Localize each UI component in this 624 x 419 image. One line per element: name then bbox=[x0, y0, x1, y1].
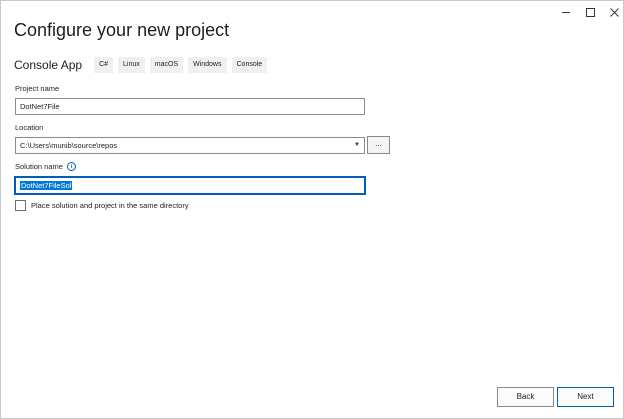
solution-name-label: Solution name bbox=[15, 162, 63, 171]
configure-project-window: Configure your new project Console App C… bbox=[0, 0, 624, 419]
browse-location-button[interactable]: ... bbox=[367, 136, 390, 154]
project-name-value: DotNet7File bbox=[20, 102, 60, 111]
solution-name-input[interactable]: DotNet7FileSol bbox=[14, 176, 366, 195]
template-tag: macOS bbox=[149, 57, 184, 73]
info-icon[interactable]: i bbox=[66, 162, 76, 171]
template-tag: Console bbox=[231, 57, 268, 73]
solution-name-label-row: Solution name i bbox=[15, 162, 76, 171]
same-directory-option[interactable]: Place solution and project in the same d… bbox=[15, 200, 189, 211]
template-tag: Windows bbox=[188, 57, 227, 73]
project-name-label: Project name bbox=[15, 84, 60, 93]
project-name-input[interactable]: DotNet7File bbox=[15, 98, 365, 115]
chevron-down-icon[interactable]: ▼ bbox=[354, 138, 360, 153]
template-name: Console App bbox=[14, 58, 83, 72]
template-summary: Console App C# Linux macOS Windows Conso… bbox=[14, 57, 272, 73]
back-button[interactable]: Back bbox=[497, 387, 554, 407]
location-label: Location bbox=[15, 123, 44, 132]
solution-name-value: DotNet7FileSol bbox=[20, 181, 73, 190]
same-directory-checkbox[interactable] bbox=[15, 200, 26, 211]
location-combobox[interactable]: C:\Users\munib\source\repos ▼ bbox=[15, 137, 365, 154]
close-icon bbox=[609, 7, 619, 17]
same-directory-label: Place solution and project in the same d… bbox=[31, 201, 189, 210]
template-tag: Linux bbox=[118, 57, 145, 73]
template-tag: C# bbox=[94, 57, 114, 73]
location-value: C:\Users\munib\source\repos bbox=[20, 141, 118, 150]
next-button[interactable]: Next bbox=[557, 387, 614, 407]
minimize-icon bbox=[562, 11, 570, 13]
page-title: Configure your new project bbox=[14, 20, 230, 40]
maximize-icon bbox=[585, 7, 595, 17]
close-button[interactable] bbox=[599, 3, 624, 21]
